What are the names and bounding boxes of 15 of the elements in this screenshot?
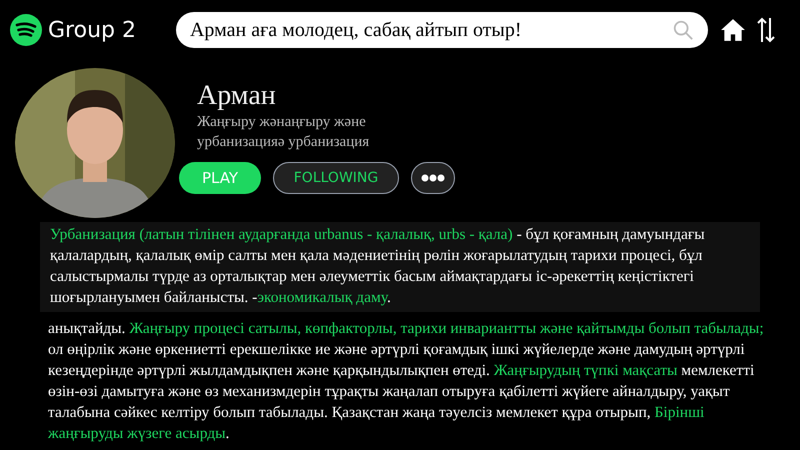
search-input[interactable]: Арман аға молодец, сабақ айтып отыр! <box>190 15 672 45</box>
profile-subtitle: Жаңғыру жәнаңғыру және <box>197 113 367 132</box>
logo-icon <box>10 14 42 46</box>
profile-name: Арман <box>197 80 277 112</box>
profile-subtitle: урбанизацияә урбанизация <box>197 133 370 152</box>
app-title: Group 2 <box>48 16 136 44</box>
paragraph: Урбанизация (латын тілінен аударғанда urbanus - қалалық, urbs - қала) - бұл қоғамның дамуындағы қалалардың, қалалық өмір салты мен қала мәдениетінің рөлін жоғарылатудың тарихи процесі, бұл салыстырмалы түрде аз орталықтар мен әлеуметтік басым аймақтардағы іс-әрекеттің кеңістіктегі шоғырлануымен байланысты. -экономикалық даму. <box>50 225 706 308</box>
more-button[interactable] <box>411 162 455 194</box>
home-icon[interactable] <box>720 17 746 43</box>
sort-icon[interactable] <box>756 16 776 44</box>
following-button[interactable]: FOLLOWING <box>273 162 399 194</box>
search-field[interactable]: Арман аға молодец, сабақ айтып отыр! <box>176 12 708 48</box>
paragraph: анықтайды. Жаңғыру процесі сатылы, көпфакторлы, тарихи инвариантты және қайтымды болып табылады; ол өңірлік және өркениетті ерекшелікке ие және әртүрлі қоғамдық ішкі жүйелерде және дамудың әртүрлі кезеңдерінде әртүрлі жылдамдықпен және қарқындылықпен өтеді. Жаңғырудың түпкі мақсаты мемлекетті өзін-өзі дамытуға және өз механизмдерін тұрақты жаңалап отыруға қабілетті жүйеге айналдыру, уақыт талабына сәйкес келтіру болып табылады. Қазақстан жаңа тәуелсіз мемлекет құра отырып, Бірінші жаңғыруды жүзеге асырды. <box>48 319 765 444</box>
search-icon <box>672 19 694 41</box>
more-icon <box>421 174 445 182</box>
